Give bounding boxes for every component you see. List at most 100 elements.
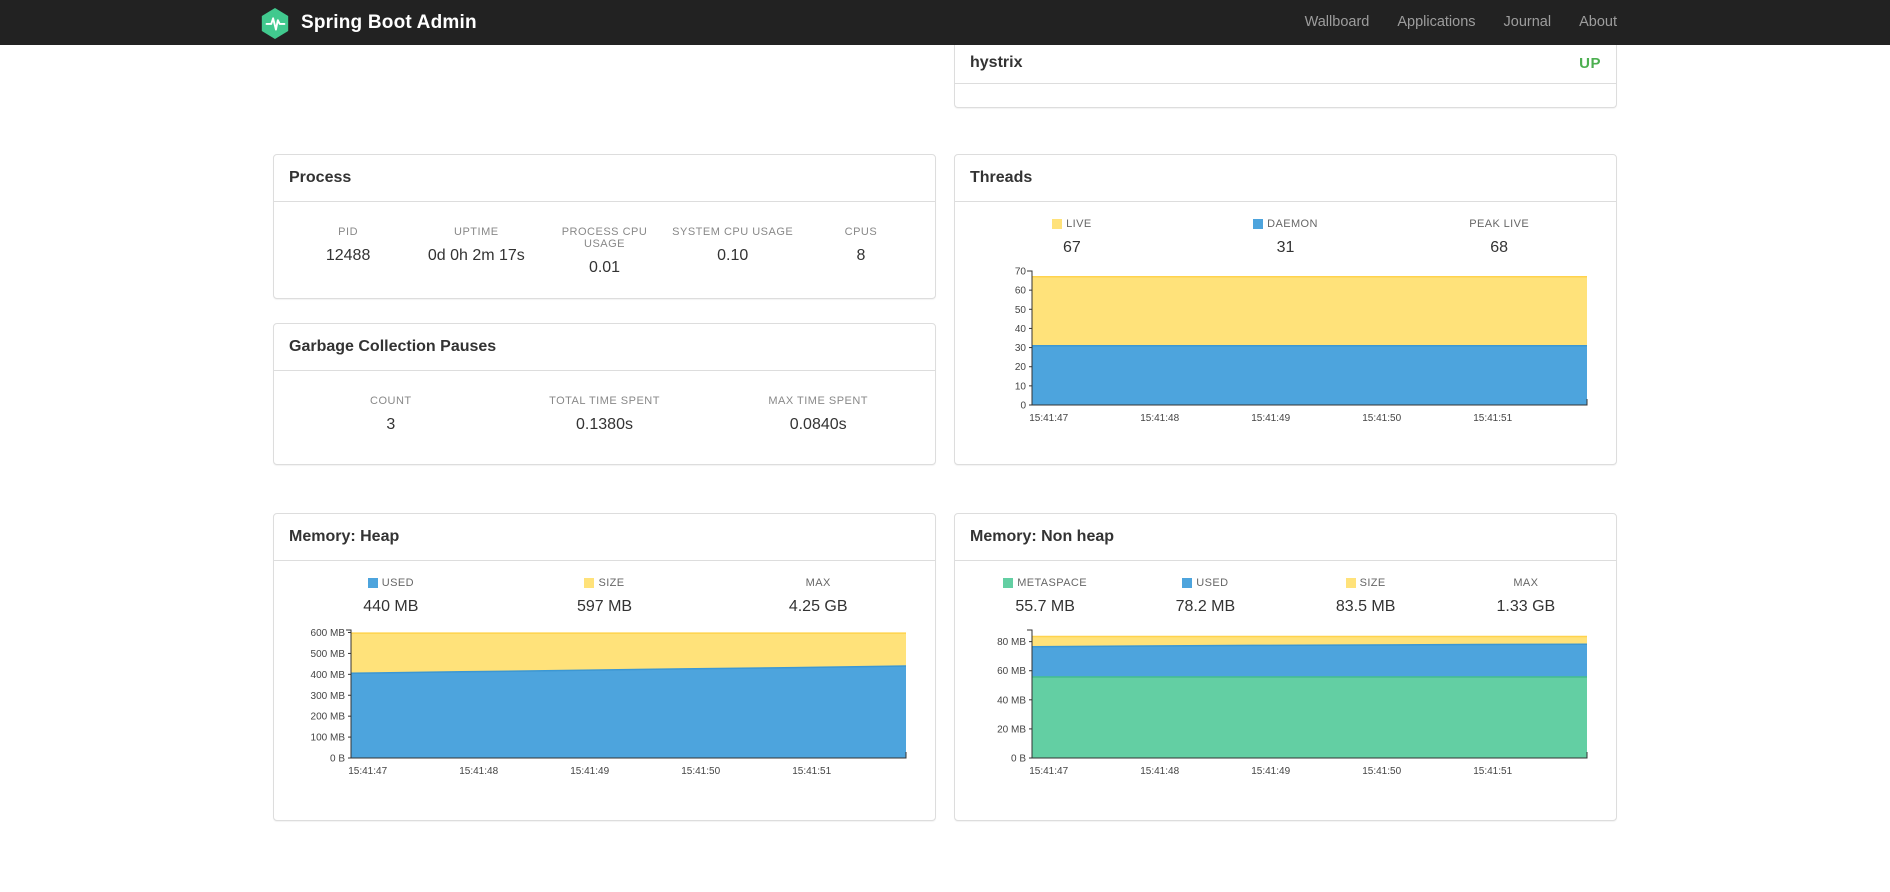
process-panel-title: Process <box>289 169 352 186</box>
svg-text:50: 50 <box>1015 305 1027 316</box>
legend-value: 440 MB <box>363 598 419 615</box>
legend-peak-live: PEAK LIVE 68 <box>1392 218 1606 257</box>
application-name: hystrix <box>970 54 1023 71</box>
legend-value: 597 MB <box>576 598 633 615</box>
svg-text:15:41:49: 15:41:49 <box>1251 413 1290 424</box>
svg-text:15:41:50: 15:41:50 <box>1362 413 1401 424</box>
metric-label: PROCESS CPU USAGE <box>561 226 648 250</box>
svg-text:80 MB: 80 MB <box>997 637 1026 648</box>
gc-panel-title: Garbage Collection Pauses <box>289 338 497 355</box>
process-panel-heading: Process <box>274 155 935 202</box>
metric-cpus: CPUS 8 <box>797 226 925 277</box>
svg-text:15:41:47: 15:41:47 <box>348 766 387 777</box>
right-column: hystrix UP Threads LIVE 67 DAEMON 31 PEA… <box>954 45 1617 821</box>
application-row-hystrix[interactable]: hystrix UP <box>955 45 1616 84</box>
metric-gc-count: COUNT 3 <box>284 395 498 434</box>
gc-metrics: COUNT 3 TOTAL TIME SPENT 0.1380s MAX TIM… <box>274 371 935 434</box>
legend-value: 68 <box>1490 239 1509 256</box>
svg-text:15:41:50: 15:41:50 <box>681 766 720 777</box>
threads-panel-title: Threads <box>970 169 1033 186</box>
svg-text:15:41:51: 15:41:51 <box>792 766 831 777</box>
metric-label: CPUS <box>844 226 878 238</box>
svg-text:15:41:48: 15:41:48 <box>1140 413 1179 424</box>
threads-panel: Threads LIVE 67 DAEMON 31 PEAK LIVE 68 0… <box>954 154 1617 465</box>
metric-gc-max-time: MAX TIME SPENT 0.0840s <box>711 395 925 434</box>
legend-label: SIZE <box>1359 577 1386 589</box>
gc-panel: Garbage Collection Pauses COUNT 3 TOTAL … <box>273 323 936 465</box>
svg-text:40: 40 <box>1015 324 1027 335</box>
legend-label: SIZE <box>598 577 625 589</box>
memory-nonheap-panel-heading: Memory: Non heap <box>955 514 1616 561</box>
metric-value: 0.01 <box>588 259 621 276</box>
svg-text:600 MB: 600 MB <box>311 628 346 639</box>
legend-daemon: DAEMON 31 <box>1179 218 1393 257</box>
svg-text:20: 20 <box>1015 362 1027 373</box>
metric-value: 12488 <box>325 247 371 264</box>
svg-text:100 MB: 100 MB <box>311 733 346 744</box>
metric-label: COUNT <box>370 395 412 407</box>
legend-label: METASPACE <box>1017 577 1088 589</box>
nav-item-wallboard[interactable]: Wallboard <box>1291 0 1384 45</box>
threads-panel-heading: Threads <box>955 155 1616 202</box>
memory-nonheap-panel-title: Memory: Non heap <box>970 528 1115 545</box>
process-panel: Process PID 12488 UPTIME 0d 0h 2m 17s PR… <box>273 154 936 299</box>
legend-size: SIZE 83.5 MB <box>1286 577 1446 616</box>
svg-text:40 MB: 40 MB <box>997 695 1026 706</box>
metric-label: UPTIME <box>454 226 499 238</box>
svg-text:20 MB: 20 MB <box>997 724 1026 735</box>
brand-link[interactable]: Spring Boot Admin <box>259 7 477 39</box>
metric-uptime: UPTIME 0d 0h 2m 17s <box>412 226 540 277</box>
left-column: Process PID 12488 UPTIME 0d 0h 2m 17s PR… <box>273 45 936 821</box>
legend-value: 55.7 MB <box>1015 598 1075 615</box>
svg-text:30: 30 <box>1015 343 1027 354</box>
svg-text:300 MB: 300 MB <box>311 691 346 702</box>
memory-heap-panel-title: Memory: Heap <box>289 528 400 545</box>
svg-text:0 B: 0 B <box>1011 754 1026 765</box>
svg-text:15:41:51: 15:41:51 <box>1473 413 1512 424</box>
threads-legend: LIVE 67 DAEMON 31 PEAK LIVE 68 <box>955 202 1616 257</box>
metric-label: MAX TIME SPENT <box>768 395 869 407</box>
app-title: Spring Boot Admin <box>301 11 477 33</box>
metric-value: 0.10 <box>717 247 749 264</box>
nav-item-about[interactable]: About <box>1565 0 1631 45</box>
svg-text:15:41:51: 15:41:51 <box>1473 766 1512 777</box>
metric-label: TOTAL TIME SPENT <box>549 395 660 407</box>
memory-nonheap-panel: Memory: Non heap METASPACE 55.7 MB USED <box>954 513 1617 821</box>
svg-text:400 MB: 400 MB <box>311 670 346 681</box>
metric-label: SYSTEM CPU USAGE <box>672 226 794 238</box>
used-series-swatch <box>367 578 378 588</box>
legend-value: 31 <box>1276 239 1295 256</box>
nav-links: Wallboard Applications Journal About <box>1291 0 1631 45</box>
metric-value: 8 <box>856 247 866 264</box>
size-series-swatch <box>1345 578 1356 588</box>
legend-value: 1.33 GB <box>1496 598 1556 615</box>
metric-value: 3 <box>386 416 396 433</box>
legend-label: PEAK LIVE <box>1469 218 1530 230</box>
nav-item-applications[interactable]: Applications <box>1383 0 1489 45</box>
navbar: Spring Boot Admin Wallboard Applications… <box>0 0 1890 45</box>
svg-text:15:41:48: 15:41:48 <box>1140 766 1179 777</box>
legend-value: 83.5 MB <box>1335 598 1396 615</box>
used-series-swatch <box>1182 578 1193 588</box>
svg-text:10: 10 <box>1015 381 1027 392</box>
metric-system-cpu-usage: SYSTEM CPU USAGE 0.10 <box>669 226 797 277</box>
metric-value: 0.1380s <box>576 416 633 433</box>
svg-text:200 MB: 200 MB <box>311 712 346 723</box>
memory-nonheap-legend: METASPACE 55.7 MB USED 78.2 MB SIZE 83.5… <box>955 561 1616 616</box>
metaspace-series-swatch <box>1003 578 1014 588</box>
memory-heap-panel-heading: Memory: Heap <box>274 514 935 561</box>
svg-text:70: 70 <box>1015 267 1027 278</box>
svg-text:500 MB: 500 MB <box>311 649 346 660</box>
legend-used: USED 440 MB <box>284 577 498 616</box>
legend-used: USED 78.2 MB <box>1125 577 1285 616</box>
svg-text:60 MB: 60 MB <box>997 666 1026 677</box>
svg-text:15:41:47: 15:41:47 <box>1029 413 1068 424</box>
size-series-swatch <box>584 578 595 588</box>
process-metrics: PID 12488 UPTIME 0d 0h 2m 17s PROCESS CP… <box>274 202 935 277</box>
spring-boot-admin-logo-icon <box>259 7 291 39</box>
nav-item-journal[interactable]: Journal <box>1490 0 1566 45</box>
legend-label: DAEMON <box>1267 218 1318 230</box>
metric-value: 0.0840s <box>789 416 847 433</box>
memory-nonheap-chart: 0 B 20 MB 40 MB 60 MB 80 MB 15:41:47 15:41:48 1… <box>970 622 1601 778</box>
svg-text:15:41:49: 15:41:49 <box>1251 766 1290 777</box>
